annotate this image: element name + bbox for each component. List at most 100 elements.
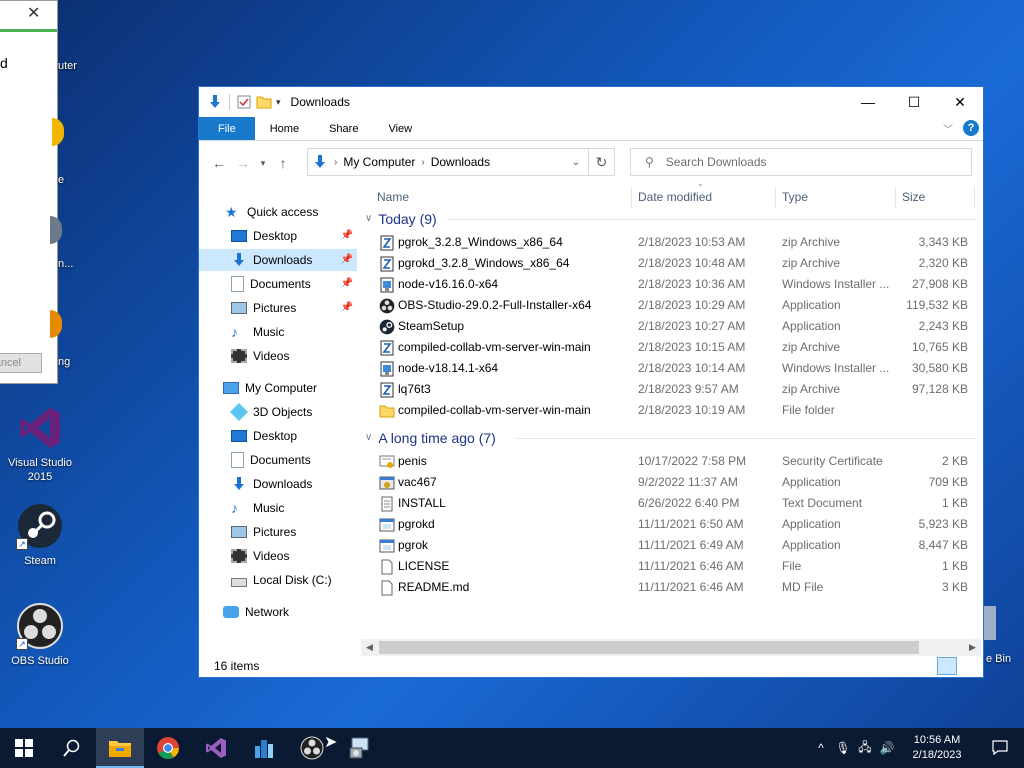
network-icon[interactable]: 🖧 — [854, 738, 876, 759]
taskbar-chrome[interactable] — [144, 728, 192, 768]
folder-icon[interactable] — [52, 118, 64, 146]
table-row[interactable]: SteamSetup 2/18/2023 10:27 AM Application 2… — [365, 316, 977, 337]
table-row[interactable]: pgrok 11/11/2021 6:49 AM Application 8,447 … — [365, 535, 977, 556]
app-icon[interactable] — [50, 216, 62, 244]
table-row[interactable]: node-v16.16.0-x64 2/18/2023 10:36 AM Windo… — [365, 274, 977, 295]
taskbar-visual-studio[interactable] — [192, 728, 240, 768]
scrollbar-thumb[interactable] — [379, 641, 919, 654]
file-type: zip Archive — [782, 235, 841, 249]
table-row[interactable]: node-v18.14.1-x64 2/18/2023 10:14 AM Windo… — [365, 358, 977, 379]
pin-icon[interactable]: 📌 — [341, 249, 353, 271]
expand-ribbon-chevron-icon[interactable]: ﹀ — [943, 121, 953, 136]
table-row[interactable]: vac467 9/2/2022 11:37 AM Application 709 KB — [365, 472, 977, 493]
start-button[interactable] — [0, 728, 48, 768]
up-button[interactable]: ↑ — [271, 155, 295, 171]
sidebar-item-documents[interactable]: Documents 📌 — [199, 273, 357, 295]
sidebar-item-quick-access[interactable]: ★ Quick access — [199, 201, 357, 223]
table-row[interactable]: LICENSE 11/11/2021 6:46 AM File 1 KB — [365, 556, 977, 577]
address-bar[interactable]: › My Computer › Downloads ⌄ — [307, 148, 589, 176]
title-bar[interactable]: ▾ Downloads — ☐ ✕ — [199, 87, 983, 117]
recycle-bin-icon[interactable] — [984, 606, 996, 640]
tab-view[interactable]: View — [373, 117, 427, 140]
sidebar-item-desktop[interactable]: Desktop — [199, 425, 357, 447]
close-icon[interactable]: ✕ — [27, 3, 40, 23]
microphone-icon[interactable]: 🎙 — [832, 741, 854, 755]
desktop-label-partial: e — [58, 174, 65, 186]
sidebar-item-videos[interactable]: Videos — [199, 345, 357, 367]
large-icons-view-button[interactable] — [959, 657, 979, 675]
sidebar-item-local-disk[interactable]: Local Disk (C:) — [199, 569, 357, 591]
sidebar-item-downloads[interactable]: Downloads — [199, 473, 357, 495]
table-row[interactable]: INSTALL 6/26/2022 6:40 PM Text Document 1 K… — [365, 493, 977, 514]
forward-button[interactable]: → — [231, 155, 255, 171]
close-button[interactable]: ✕ — [937, 87, 983, 117]
sidebar-item-music[interactable]: ♪ Music — [199, 321, 357, 343]
breadcrumb-downloads[interactable]: Downloads — [431, 155, 490, 169]
sidebar-item-videos[interactable]: Videos — [199, 545, 357, 567]
tab-file[interactable]: File — [199, 117, 255, 140]
horizontal-scrollbar[interactable]: ◀ ▶ — [361, 639, 981, 656]
sidebar-item-desktop[interactable]: Desktop 📌 — [199, 225, 357, 247]
back-button[interactable]: ← — [207, 155, 231, 171]
clock[interactable]: 10:56 AM 2/18/2023 — [898, 733, 976, 763]
table-row[interactable]: compiled-collab-vm-server-win-main 2/18/2… — [365, 337, 977, 358]
chevron-up-icon[interactable]: ^ — [810, 741, 832, 755]
chevron-down-icon[interactable]: ▾ — [276, 97, 281, 108]
table-row[interactable]: pgrokd 11/11/2021 6:50 AM Application 5,923… — [365, 514, 977, 535]
details-view-button[interactable] — [937, 657, 957, 675]
breadcrumb-my-computer[interactable]: My Computer — [343, 155, 415, 169]
sidebar-item-downloads[interactable]: Downloads 📌 — [199, 249, 357, 271]
pin-icon[interactable]: 📌 — [341, 225, 353, 247]
new-folder-icon[interactable] — [256, 94, 272, 110]
help-icon[interactable]: ? — [963, 120, 979, 136]
speaker-icon[interactable]: 🔊 — [876, 741, 898, 755]
taskbar-app[interactable] — [240, 728, 288, 768]
desktop-icon-steam[interactable]: ↗ Steam — [0, 502, 80, 568]
refresh-button[interactable]: ↻ — [589, 148, 615, 176]
tab-home[interactable]: Home — [255, 117, 314, 140]
column-header-type[interactable]: Type — [782, 185, 808, 209]
sidebar-item-3d-objects[interactable]: 3D Objects — [199, 401, 357, 423]
column-header-name[interactable]: Name — [377, 185, 409, 209]
chevron-down-icon[interactable]: ∨ — [365, 426, 372, 450]
sidebar-item-pictures[interactable]: Pictures 📌 — [199, 297, 357, 319]
table-row[interactable]: lq76t3 2/18/2023 9:57 AM zip Archive 97,128… — [365, 379, 977, 400]
table-row[interactable]: compiled-collab-vm-server-win-main 2/18/2… — [365, 400, 977, 421]
table-row[interactable]: OBS-Studio-29.0.2-Full-Installer-x64 2/18… — [365, 295, 977, 316]
sidebar-item-music[interactable]: ♪ Music — [199, 497, 357, 519]
table-row[interactable]: penis 10/17/2022 7:58 PM Security Certific… — [365, 451, 977, 472]
desktop-icon-visual-studio[interactable]: Visual Studio 2015 — [0, 404, 80, 484]
app-icon[interactable] — [50, 310, 62, 338]
search-box[interactable]: ⚲ Search Downloads — [630, 148, 972, 176]
tab-share[interactable]: Share — [314, 117, 373, 140]
search-button[interactable] — [48, 728, 96, 768]
table-row[interactable]: README.md 11/11/2021 6:46 AM MD File 3 KB — [365, 577, 977, 598]
maximize-button[interactable]: ☐ — [891, 87, 937, 117]
desktop-icon-obs[interactable]: ↗ OBS Studio — [0, 602, 80, 668]
taskbar-file-explorer[interactable] — [96, 728, 144, 768]
table-row[interactable]: pgrok_3.2.8_Windows_x86_64 2/18/2023 10:5… — [365, 232, 977, 253]
scroll-right-icon[interactable]: ▶ — [964, 639, 981, 656]
sidebar-item-documents[interactable]: Documents — [199, 449, 357, 471]
column-header-date-modified[interactable]: Date modified — [638, 185, 712, 209]
cancel-button[interactable]: ancel — [0, 353, 42, 373]
scroll-left-icon[interactable]: ◀ — [361, 639, 378, 656]
chevron-down-icon[interactable]: ⌄ — [572, 157, 580, 168]
minimize-button[interactable]: — — [845, 87, 891, 117]
group-header[interactable]: ∨ A long time ago (7) — [365, 426, 496, 450]
column-header-size[interactable]: Size — [902, 185, 925, 209]
taskbar-installer[interactable] — [336, 728, 384, 768]
group-header[interactable]: ∨ Today (9) — [365, 207, 437, 231]
pin-icon[interactable]: 📌 — [341, 297, 353, 319]
sidebar-item-pictures[interactable]: Pictures — [199, 521, 357, 543]
pin-icon[interactable]: 📌 — [341, 273, 353, 295]
installer-icon — [349, 737, 369, 759]
table-row[interactable]: pgrokd_3.2.8_Windows_x86_64 2/18/2023 10:… — [365, 253, 977, 274]
chrome-icon — [157, 737, 179, 759]
sidebar-item-my-computer[interactable]: My Computer — [199, 377, 357, 399]
notification-center-icon[interactable] — [976, 739, 1024, 758]
chevron-down-icon[interactable]: ∨ — [365, 207, 372, 231]
properties-icon[interactable] — [236, 94, 252, 110]
recent-locations-chevron-icon[interactable]: ▾ — [255, 158, 271, 169]
sidebar-item-network[interactable]: Network — [199, 601, 357, 623]
